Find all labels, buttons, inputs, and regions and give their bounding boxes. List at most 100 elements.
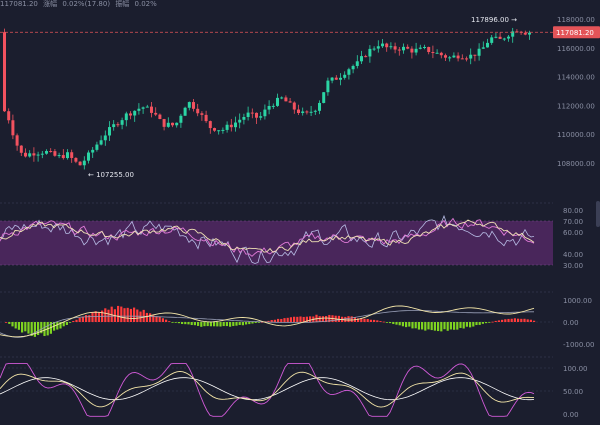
macd-histogram-bar [517,318,520,322]
chart-canvas[interactable]: 117081.20 117896.00 → ← 107255.00 118000.0… [0,0,600,421]
candle-body [7,111,11,121]
header-readout: 117081.20 涨幅 0.02%(17.80) 振幅 0.02% [0,0,160,9]
candle-body [40,153,44,155]
macd-histogram-bar [88,315,91,322]
macd-histogram-bar [289,317,292,322]
macd-histogram-bar [209,322,212,327]
kdj-d-line [0,377,535,401]
macd-histogram-bar [302,316,305,322]
candle-body [238,119,242,123]
macd-histogram-bar [494,320,497,322]
candle-body [213,128,216,131]
macd-histogram-bar [133,307,136,322]
candle-body [99,140,103,145]
candle-body [183,107,187,116]
candle-body [351,65,355,70]
macd-histogram-bar [456,322,459,330]
macd-histogram-bar [174,322,177,323]
macd-histogram-bar [411,322,414,329]
candle-body [322,92,326,103]
macd-histogram-bar [75,319,78,322]
candle-body [326,80,330,93]
candle-body [431,52,435,54]
price-axis-tick: 116000.00 [557,45,595,53]
candle-body [255,112,258,118]
price-panel[interactable]: 117081.20 117896.00 → ← 107255.00 [0,16,600,179]
candle-body [120,120,124,125]
macd-histogram-bar [245,322,248,325]
macd-histogram-bar [513,318,516,322]
candle-body [280,97,284,99]
candle-body [339,77,342,80]
candle-body [368,48,372,57]
candle-body [175,122,179,126]
macd-histogram-bar [33,322,36,337]
candle-body [78,161,82,166]
candle-body [204,114,208,122]
candle-body [456,55,460,59]
macd-histogram-bar [478,322,481,325]
scroll-handle[interactable] [596,201,600,227]
macd-histogram-bar [91,312,94,322]
candle-body [502,38,506,40]
macd-histogram-bar [376,320,379,322]
macd-histogram-bar [485,322,488,324]
change-value: 0.02%(17.80) [62,0,111,8]
macd-histogram-bar [206,322,209,327]
candle-body [225,124,229,130]
macd-histogram-bar [392,322,395,325]
macd-histogram-bar [462,322,465,329]
price-axis-tick: 110000.00 [557,131,595,139]
candle-body [53,151,57,156]
macd-histogram-bar [523,318,526,322]
candle-body [427,46,431,53]
macd-axis-tick: 0.00 [563,319,579,327]
candle-body [66,152,69,159]
macd-histogram-bar [449,322,452,330]
candle-body [465,58,468,60]
macd-histogram-bar [440,322,443,332]
candle-body [15,135,19,146]
chart-stage[interactable]: 117081.20 117896.00 → ← 107255.00 118000.0… [0,0,600,421]
amplitude-value: 0.02% [134,0,157,8]
macd-histogram-bar [379,321,382,322]
candle-body [318,102,321,111]
macd-histogram-bar [533,320,536,322]
macd-histogram-bar [203,322,206,327]
macd-histogram-bar [190,322,193,326]
macd-histogram-bar [277,318,280,322]
candle-body [381,43,384,47]
macd-histogram-bar [401,322,404,327]
macd-histogram-bar [222,322,225,327]
candle-body [393,46,397,50]
macd-histogram-bar [193,322,196,326]
macd-histogram-bar [142,309,145,322]
candle-body [523,32,527,35]
candle-body [57,155,61,157]
macd-histogram-bar [453,322,456,330]
candle-body [166,122,170,127]
candle-body [32,153,36,156]
price-axis-tick: 118000.00 [557,16,595,24]
macd-histogram-bar [501,319,504,322]
candle-body [141,107,145,109]
macd-histogram-bar [168,321,171,322]
candle-body [435,52,439,54]
macd-histogram-bar [126,307,129,322]
macd-histogram-bar [136,309,139,322]
candle-body [158,114,162,120]
candle-body [234,122,237,128]
macd-histogram-bar [430,322,433,331]
macd-histogram-bar [443,322,446,330]
macd-histogram-bar [251,322,254,324]
macd-histogram-bar [293,316,296,322]
macd-histogram-bar [299,316,302,322]
candle-body [45,151,48,154]
price-axis: 118000.00 116000.00 114000.00 112000.00 1100… [0,16,595,419]
macd-histogram-bar [350,316,353,322]
macd-histogram-bar [254,322,257,323]
macd-histogram-bar [446,322,449,331]
candle-body [389,46,393,48]
candle-body [246,112,250,117]
macd-histogram-bar [200,322,203,327]
